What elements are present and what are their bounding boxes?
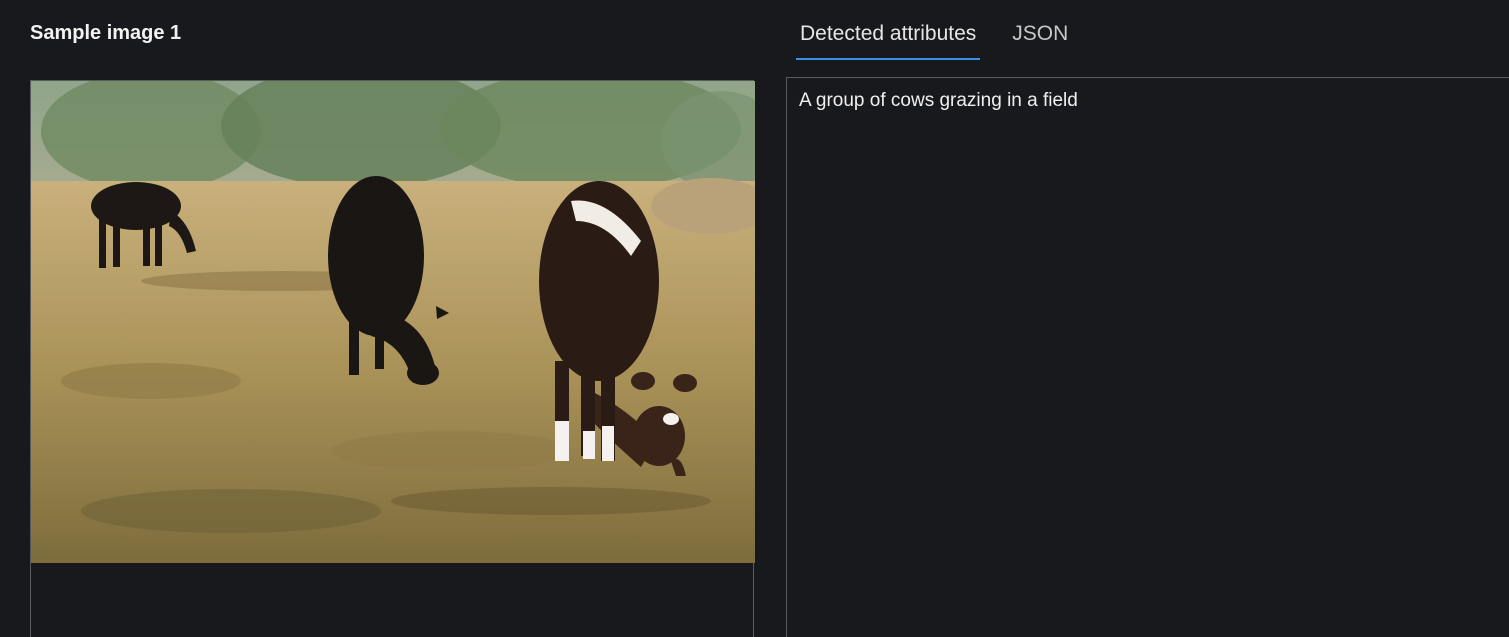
result-panel: A group of cows grazing in a field [786, 77, 1509, 637]
caption-result: A group of cows grazing in a field [799, 90, 1078, 111]
sample-image-title: Sample image 1 [30, 22, 182, 44]
vision-demo-page: Sample image 1 Detected attributes JSON … [0, 0, 1509, 637]
sample-image-frame [30, 80, 755, 637]
result-tabs: Detected attributes JSON [796, 20, 1072, 62]
sample-image [31, 81, 755, 563]
tab-detected-attributes[interactable]: Detected attributes [796, 20, 981, 60]
tab-json[interactable]: JSON [1008, 20, 1072, 60]
